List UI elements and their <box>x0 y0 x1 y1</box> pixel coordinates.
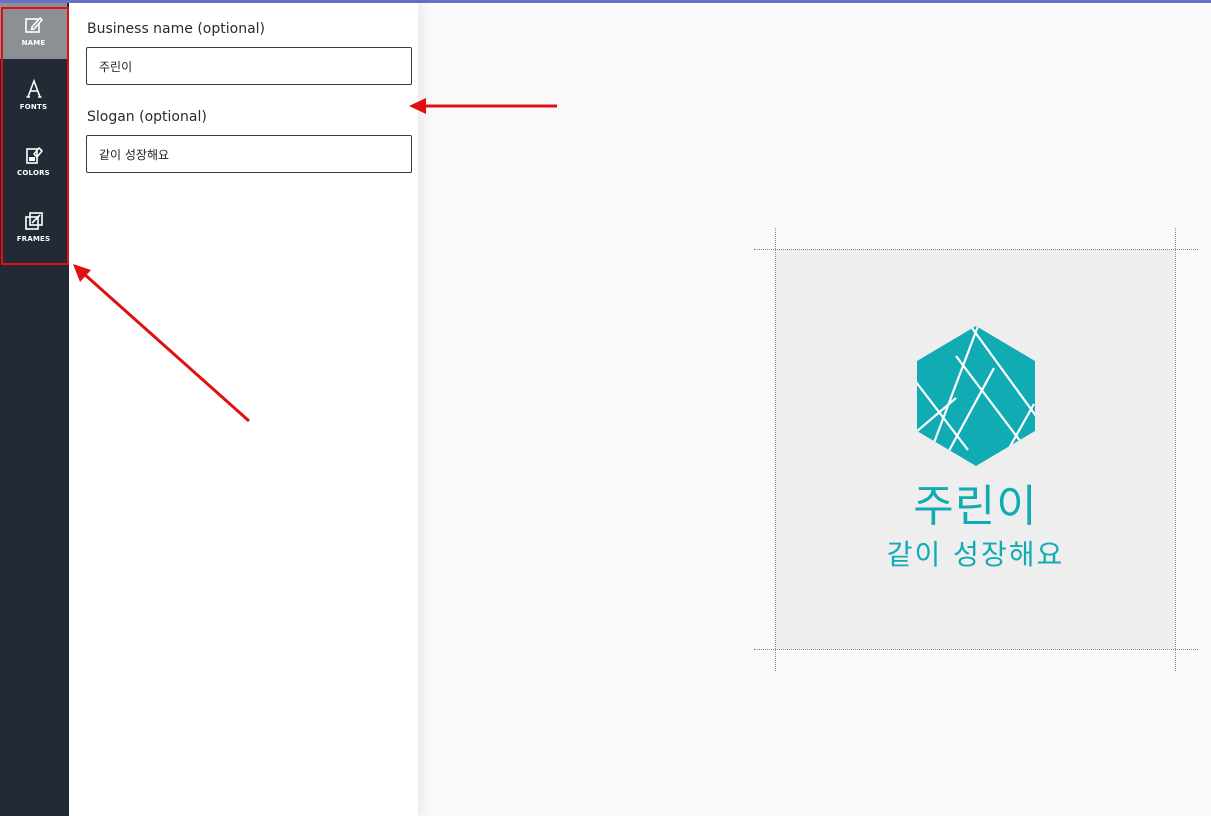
logo-preview-canvas[interactable]: 주린이 같이 성장해요 <box>776 250 1175 649</box>
hexagon-logo-icon <box>917 326 1035 466</box>
logo-business-name: 주린이 <box>913 481 1038 532</box>
annotation-arrow-diagonal <box>82 271 250 423</box>
guide-line-right <box>1175 228 1176 671</box>
guide-line-bottom <box>754 649 1198 650</box>
annotation-arrowhead <box>409 98 426 114</box>
logo-slogan: 같이 성장해요 <box>886 538 1065 571</box>
